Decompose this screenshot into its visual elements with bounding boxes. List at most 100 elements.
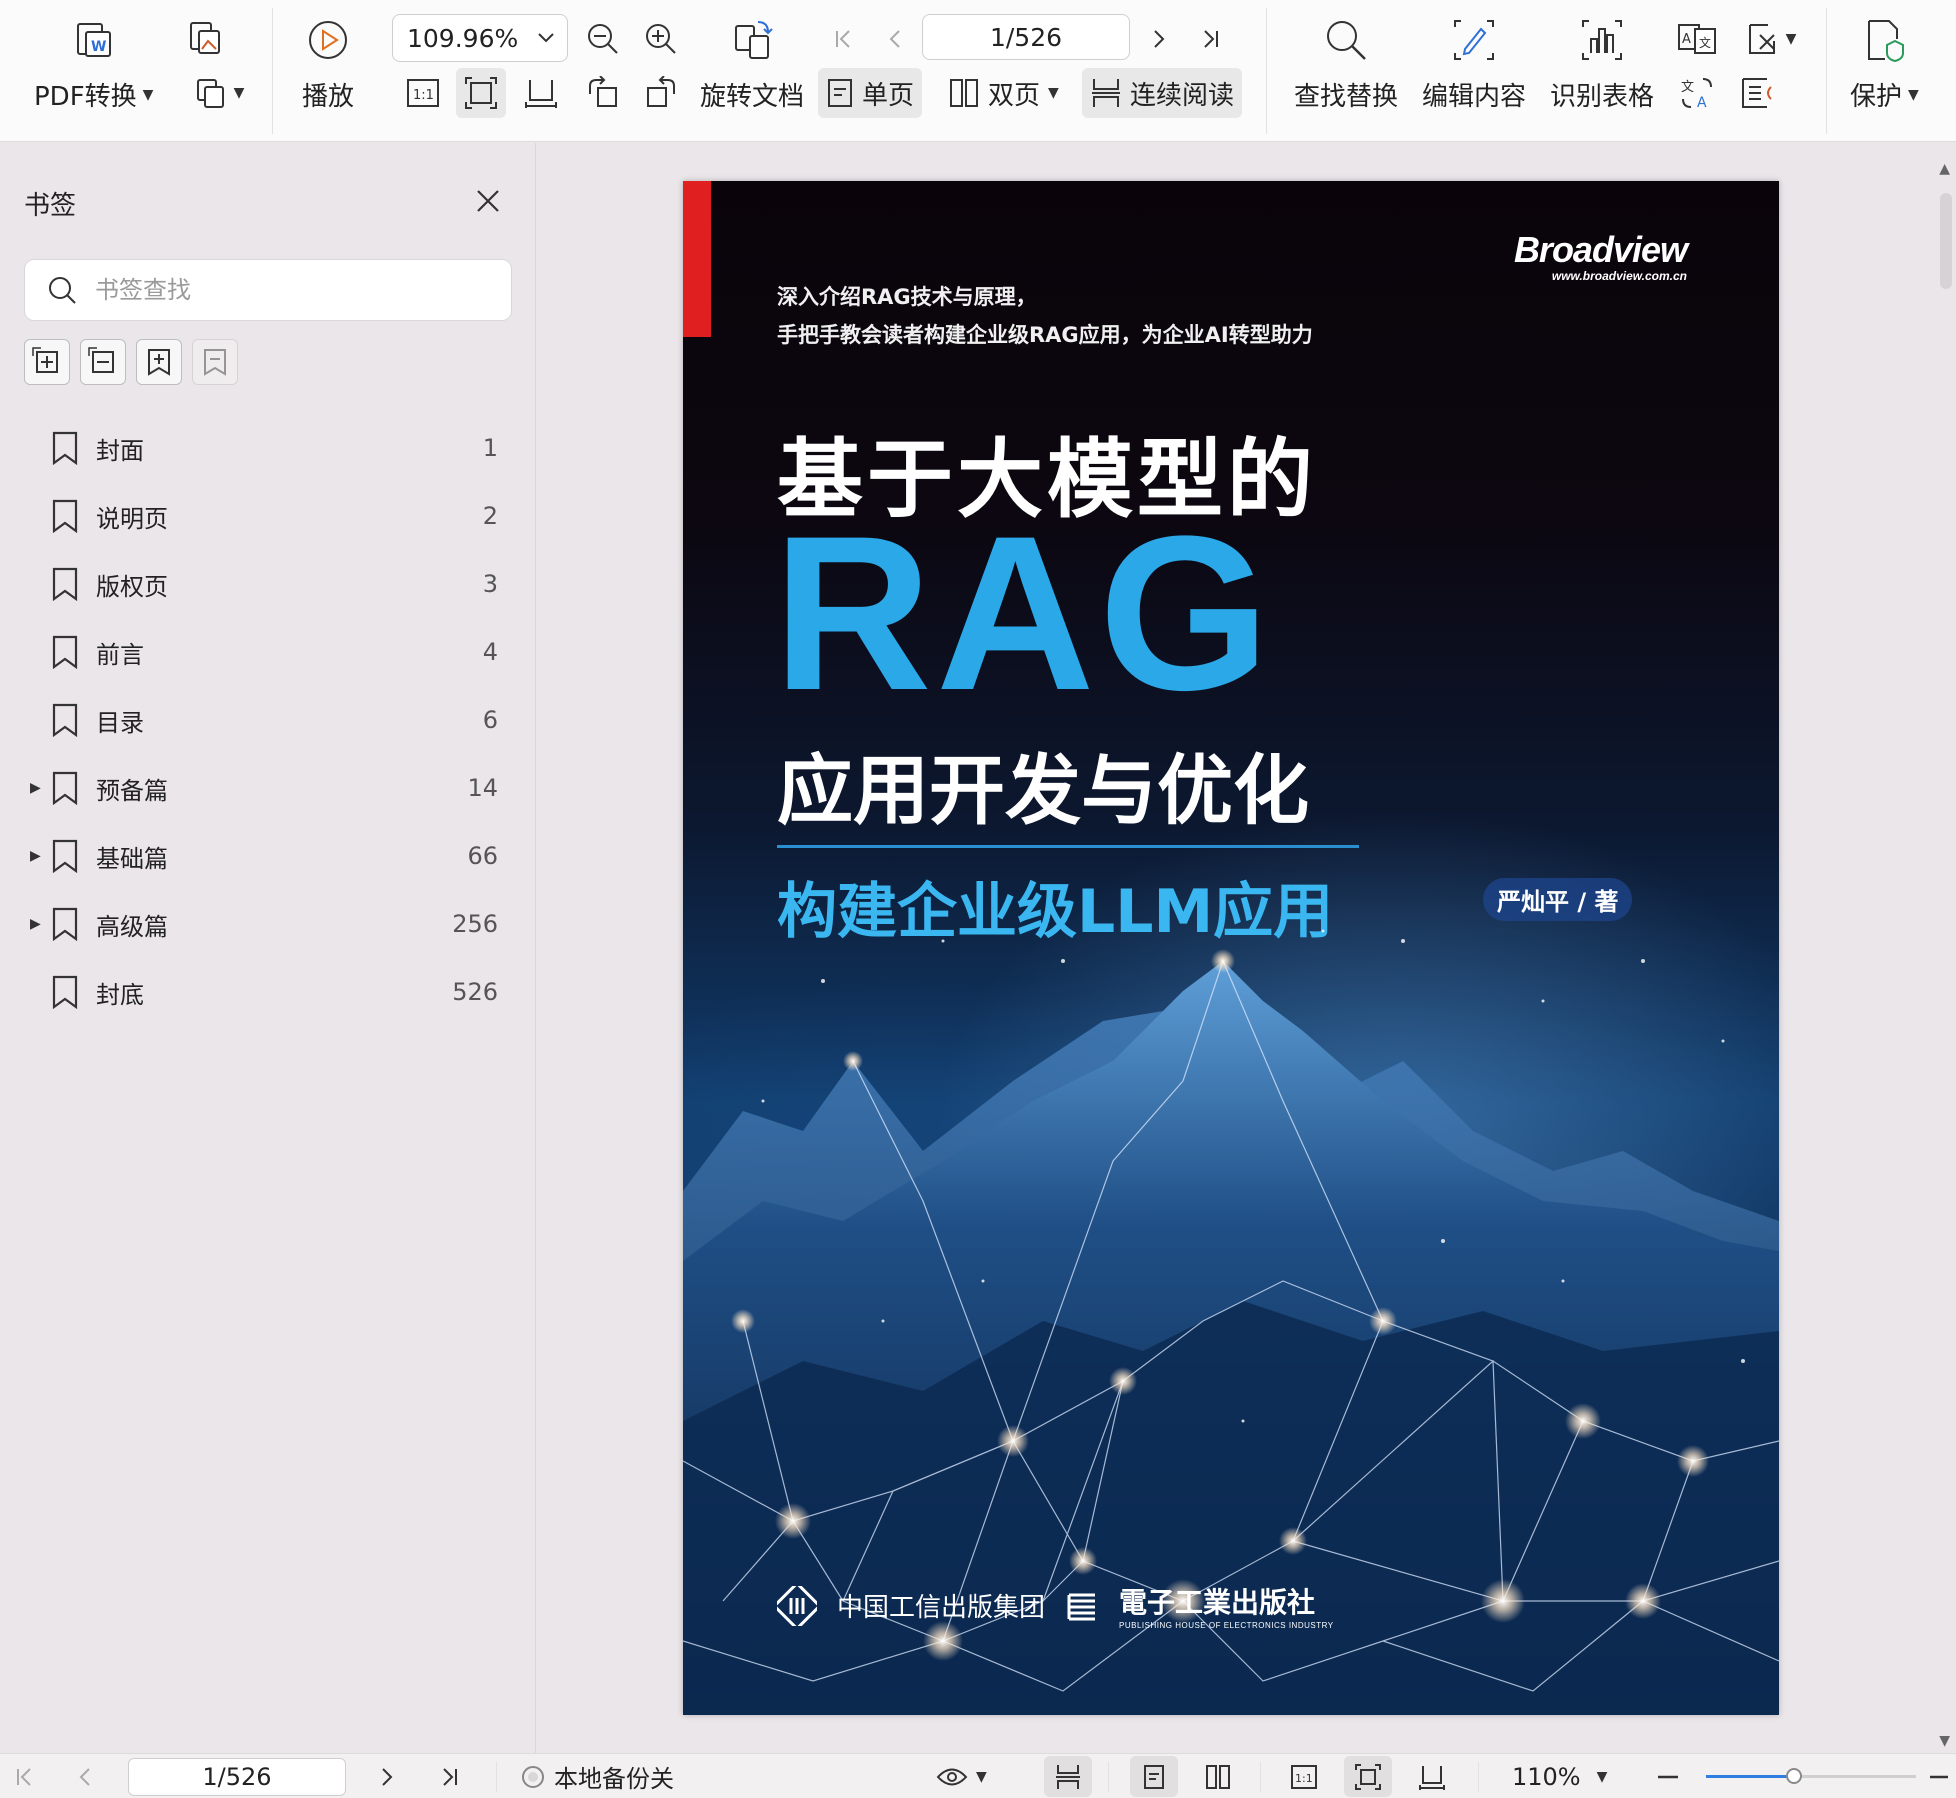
compress-button[interactable]: ▼	[1736, 14, 1806, 64]
bookmark-item[interactable]: ▶ 基础篇 66	[0, 826, 536, 886]
actual-size-button[interactable]: 1:1	[398, 68, 448, 118]
svg-text:文: 文	[1699, 35, 1711, 50]
status-fit-page-button[interactable]	[1344, 1756, 1392, 1797]
bookmark-page-number: 4	[482, 638, 498, 666]
status-single-page-button[interactable]	[1130, 1756, 1178, 1797]
double-page-icon	[1206, 1764, 1230, 1789]
last-page-icon	[443, 1767, 457, 1786]
close-icon	[477, 190, 499, 212]
convert-text-button[interactable]: 文A	[1672, 68, 1722, 118]
zoom-out-button[interactable]	[578, 14, 628, 64]
status-next-page-button[interactable]	[362, 1756, 410, 1797]
minus-icon	[1658, 1775, 1678, 1778]
next-page-button[interactable]	[1134, 14, 1184, 64]
bookmark-search-box[interactable]	[24, 259, 512, 321]
double-page-button[interactable]: 双页 ▼	[940, 68, 1067, 118]
chevron-down-icon: ▼	[142, 86, 154, 103]
expand-all-button[interactable]	[24, 339, 70, 385]
status-continuous-button[interactable]	[1044, 1756, 1092, 1797]
scroll-thumb[interactable]	[1940, 193, 1952, 289]
status-fit-width-button[interactable]	[1408, 1756, 1456, 1797]
svg-text:1:1: 1:1	[413, 88, 434, 103]
status-zoom-in-button[interactable]	[1922, 1756, 1956, 1797]
status-double-page-button[interactable]	[1194, 1756, 1242, 1797]
protect-label: 保护	[1850, 82, 1903, 112]
bookmark-item[interactable]: 封底 526	[0, 962, 536, 1022]
bookmark-icon	[52, 703, 78, 737]
status-page-input[interactable]: 1/526	[128, 1758, 346, 1796]
bookmark-item[interactable]: 目录 6	[0, 690, 536, 750]
publisher-group-name: 中国工信出版集团	[837, 1593, 1046, 1623]
find-replace-label: 查找替换	[1294, 82, 1399, 112]
ocr-button[interactable]	[1732, 68, 1782, 118]
zoom-select[interactable]: 109.96%	[392, 14, 568, 62]
bookmark-icon	[52, 839, 78, 873]
pdf-to-image-button[interactable]	[180, 14, 230, 64]
phei-logo-icon	[1067, 1593, 1096, 1620]
zoom-slider-knob[interactable]	[1786, 1768, 1803, 1784]
single-page-icon	[1144, 1764, 1164, 1789]
protect-button[interactable]: 保护 ▼	[1850, 14, 1919, 113]
status-last-page-button[interactable]	[426, 1756, 474, 1797]
status-first-page-button[interactable]	[0, 1756, 48, 1797]
expand-arrow-icon[interactable]: ▶	[30, 916, 41, 932]
pdf-convert-button[interactable]: W PDF转换 ▼	[34, 14, 153, 113]
bookmark-item[interactable]: 说明页 2	[0, 486, 536, 546]
fit-page-button[interactable]	[456, 68, 506, 118]
recognize-table-button[interactable]: 识别表格	[1550, 14, 1654, 113]
status-zoom-select[interactable]: 110% ▼	[1512, 1754, 1607, 1798]
expand-all-icon	[32, 347, 58, 373]
fit-width-button[interactable]	[516, 68, 566, 118]
prev-page-button[interactable]	[870, 14, 920, 64]
document-view[interactable]: 深入介绍RAG技术与原理， 手把手教会读者构建企业级RAG应用，为企业AI转型助…	[537, 143, 1956, 1753]
bookmark-item[interactable]: 版权页 3	[0, 554, 536, 614]
add-bookmark-button[interactable]	[136, 339, 182, 385]
eye-protection-button[interactable]: ▼	[936, 1754, 987, 1798]
local-backup-toggle[interactable]: 本地备份关	[520, 1754, 674, 1798]
convert-text-icon: 文A	[1681, 78, 1712, 111]
bookmark-item[interactable]: ▶ 高级篇 256	[0, 894, 536, 954]
status-zoom-value: 110%	[1512, 1762, 1581, 1791]
status-prev-page-button[interactable]	[62, 1756, 110, 1797]
status-zoom-out-button[interactable]	[1644, 1756, 1692, 1797]
status-actual-size-button[interactable]: 1:1	[1280, 1756, 1328, 1797]
single-page-button[interactable]: 单页	[818, 68, 923, 118]
expand-arrow-icon[interactable]: ▶	[30, 848, 41, 864]
brand-name: Broadview	[1513, 229, 1688, 270]
chevron-left-icon	[79, 1767, 90, 1786]
svg-text:文: 文	[1681, 80, 1694, 95]
edit-content-button[interactable]: 编辑内容	[1422, 14, 1526, 113]
copy-format-button[interactable]: ▼	[184, 68, 254, 118]
fit-page-icon	[1355, 1763, 1381, 1790]
rotate-left-button[interactable]	[578, 68, 628, 118]
bookmark-item[interactable]: 封面 1	[0, 418, 536, 478]
close-sidebar-button[interactable]	[470, 183, 506, 219]
continuous-read-button[interactable]: 连续阅读	[1082, 68, 1243, 118]
scroll-down-arrow-icon[interactable]: ▼	[1939, 1733, 1950, 1749]
page-number-input[interactable]: 1/526	[922, 14, 1130, 60]
bookmark-icon	[52, 499, 78, 533]
first-page-button[interactable]	[818, 14, 868, 64]
zoom-slider[interactable]	[1706, 1768, 1916, 1784]
add-bookmark-icon	[148, 349, 170, 376]
book-cover-page: 深入介绍RAG技术与原理， 手把手教会读者构建企业级RAG应用，为企业AI转型助…	[683, 181, 1779, 1715]
scroll-up-arrow-icon[interactable]: ▲	[1939, 161, 1950, 177]
rotate-document-button[interactable]: 旋转文档	[700, 14, 804, 113]
vertical-scrollbar[interactable]: ▲ ▼	[1932, 143, 1956, 1753]
rotate-right-button[interactable]	[636, 68, 686, 118]
delete-bookmark-button[interactable]	[192, 339, 238, 385]
recognize-table-icon	[1576, 14, 1628, 66]
play-button[interactable]: 播放	[302, 14, 354, 113]
bookmark-icon	[52, 431, 78, 465]
bookmark-search-input[interactable]	[95, 276, 475, 304]
expand-arrow-icon[interactable]: ▶	[30, 780, 41, 796]
find-replace-button[interactable]: 查找替换	[1294, 14, 1398, 113]
bookmark-item[interactable]: 前言 4	[0, 622, 536, 682]
last-page-button[interactable]	[1186, 14, 1236, 64]
chevron-right-icon	[382, 1767, 393, 1786]
collapse-all-button[interactable]	[80, 339, 126, 385]
zoom-in-button[interactable]	[636, 14, 686, 64]
actual-size-icon: 1:1	[407, 79, 439, 107]
translate-button[interactable]: A文	[1672, 14, 1722, 64]
bookmark-item[interactable]: ▶ 预备篇 14	[0, 758, 536, 818]
